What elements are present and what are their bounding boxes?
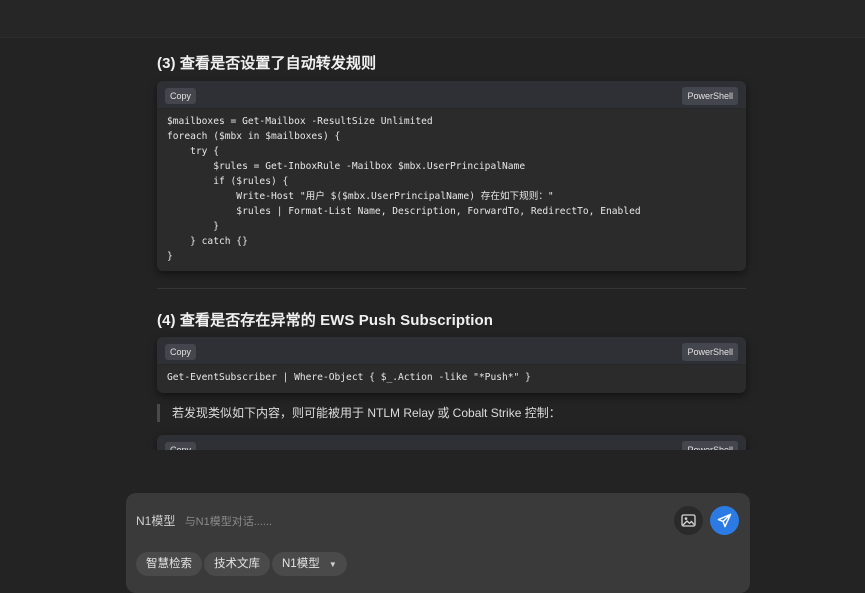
code-content: Get-EventSubscriber | Where-Object { $_.… <box>167 372 531 383</box>
model-select-dropdown[interactable]: N1模型 ▼ <box>272 552 347 576</box>
image-icon <box>681 514 696 527</box>
code-block-header: Copy PowerShell <box>157 81 746 109</box>
chat-content[interactable]: (3) 查看是否设置了自动转发规则 Copy PowerShell $mailb… <box>0 38 865 450</box>
input-placeholder: 与N1模型对话...... <box>184 516 273 528</box>
tech-library-chip[interactable]: 技术文库 <box>204 552 270 576</box>
section-divider <box>157 288 746 289</box>
chip-label: 智慧检索 <box>146 558 192 570</box>
section-3-heading: (3) 查看是否设置了自动转发规则 <box>157 55 377 72</box>
copy-button[interactable]: Copy <box>165 344 197 360</box>
code-content: $mailboxes = Get-Mailbox -ResultSize Unl… <box>167 116 641 262</box>
code-block-s3: Copy PowerShell $mailboxes = Get-Mailbox… <box>157 81 746 271</box>
send-icon <box>717 513 732 528</box>
chip-label: 技术文库 <box>214 558 260 570</box>
upload-image-button[interactable] <box>674 506 703 535</box>
chat-composer: N1模型 与N1模型对话...... 智慧检索 技术文库 N1模型 ▼ <box>126 493 750 593</box>
section-4-heading: (4) 查看是否存在异常的 EWS Push Subscription <box>157 312 494 329</box>
composer-model-label: N1模型 <box>136 514 176 528</box>
copy-button[interactable]: Copy <box>165 442 197 450</box>
code-block-s4: Copy PowerShell Get-EventSubscriber | Wh… <box>157 337 746 393</box>
top-bar <box>0 0 865 38</box>
smart-search-chip[interactable]: 智慧检索 <box>136 552 202 576</box>
language-badge: PowerShell <box>682 441 738 450</box>
chevron-down-icon: ▼ <box>328 560 337 569</box>
language-badge: PowerShell <box>682 343 738 361</box>
chip-label: N1模型 <box>282 558 320 570</box>
code-block-partial: Copy PowerShell <box>157 435 746 450</box>
message-input[interactable]: N1模型 与N1模型对话...... <box>136 511 272 531</box>
code-block-header: Copy PowerShell <box>157 337 746 365</box>
copy-button[interactable]: Copy <box>165 88 197 104</box>
blockquote: 若发现类似如下内容，则可能被用于 NTLM Relay 或 Cobalt Str… <box>157 404 746 422</box>
send-button[interactable] <box>710 506 739 535</box>
language-badge: PowerShell <box>682 87 738 105</box>
code-block-header: Copy PowerShell <box>157 435 746 450</box>
